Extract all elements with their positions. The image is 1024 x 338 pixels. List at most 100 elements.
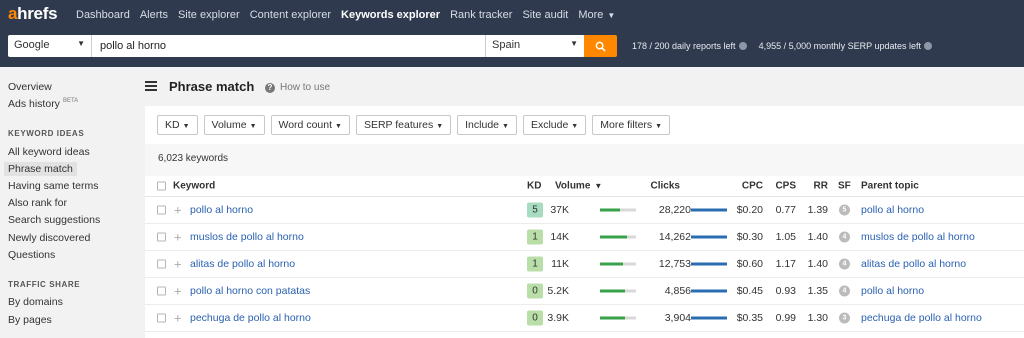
sidebar-item-overview[interactable]: Overview [8,81,52,93]
how-to-use-label: How to use [280,82,331,93]
column-clicks[interactable]: Clicks [651,181,680,192]
nav-keywords-explorer[interactable]: Keywords explorer [341,9,440,21]
column-parent-topic[interactable]: Parent topic [861,181,919,192]
hamburger-menu-icon[interactable] [145,81,157,91]
top-navigation-bar: ahrefs Dashboard Alerts Site explorer Conte… [0,0,1024,67]
cps-value: 1.17 [775,258,796,270]
table-row: + pechuga de pollo al horno 0 3.9K 3,904 $0.3… [145,305,1024,332]
sidebar-item-search-suggestions[interactable]: Search suggestions [8,214,100,226]
sidebar-item-also-rank-for[interactable]: Also rank for [8,197,67,209]
column-cps[interactable]: CPS [775,181,796,192]
filter-include[interactable]: Include ▼ [457,115,517,135]
serp-features-icon[interactable]: 4 [839,285,850,297]
keyword-link[interactable]: pechuga de pollo al horno [190,312,311,324]
keyword-count: 6,023 keywords [145,144,1024,176]
nav-rank-tracker[interactable]: Rank tracker [450,9,512,21]
sidebar-item-by-domains[interactable]: By domains [8,296,63,308]
sidebar-item-having-same-terms[interactable]: Having same terms [8,180,98,192]
column-rr[interactable]: RR [814,181,828,192]
filter-more-filters[interactable]: More filters ▼ [592,115,671,135]
filter-volume[interactable]: Volume ▼ [203,115,265,135]
parent-topic-link[interactable]: muslos de pollo al horno [861,231,975,243]
nav-site-audit[interactable]: Site audit [522,9,568,21]
rr-value: 1.35 [807,285,828,297]
clicks-value: 28,220 [658,204,691,216]
volume-bar-fill [600,316,626,320]
nav-alerts[interactable]: Alerts [140,9,168,21]
serp-features-icon[interactable]: 4 [839,231,850,243]
keyword-ideas-heading: KEYWORD IDEAS [8,129,85,138]
parent-topic-link[interactable]: alitas de pollo al horno [861,258,966,270]
add-to-list-icon[interactable]: + [174,203,182,218]
select-all-checkbox[interactable] [157,181,166,191]
column-volume[interactable]: Volume ▼ [555,181,602,192]
info-icon[interactable] [738,42,747,50]
volume-value: 37K [550,204,569,216]
monthly-serp-updates-left: 4,955 / 5,000 monthly SERP updates left [759,41,933,51]
how-to-use-link[interactable]: ? How to use [265,82,330,93]
add-to-list-icon[interactable]: + [174,284,182,299]
keyword-search-input[interactable] [92,35,486,57]
serp-features-icon[interactable]: 4 [839,258,850,270]
search-button[interactable] [584,35,617,57]
ahrefs-logo[interactable]: ahrefs [8,4,58,26]
sidebar-item-newly-discovered[interactable]: Newly discovered [8,232,90,244]
serp-features-icon[interactable]: 3 [839,312,850,324]
column-cpc[interactable]: CPC [742,181,763,192]
chevron-down-icon: ▼ [182,123,190,130]
filter-kd[interactable]: KD ▼ [157,115,198,135]
page-header: Phrase match ? How to use [145,67,1024,106]
nav-dashboard[interactable]: Dashboard [76,9,130,21]
serp-features-icon[interactable]: 5 [839,204,850,216]
row-checkbox[interactable] [157,286,166,296]
table-row: + alitas de pollo al horno 1 11K 12,753 $0.60… [145,251,1024,278]
parent-topic-link[interactable]: pechuga de pollo al horno [861,312,982,324]
sidebar-item-ads-history[interactable]: Ads history BETA [8,98,78,110]
clicks-bar [691,289,727,293]
nav-site-explorer[interactable]: Site explorer [178,9,240,21]
sort-down-icon: ▼ [594,181,603,191]
nav-more[interactable]: More ▼ [578,9,615,21]
clicks-bar-fill [691,316,727,320]
filter-serp-features[interactable]: SERP features ▼ [355,115,452,135]
row-checkbox[interactable] [157,259,166,269]
chevron-down-icon: ▼ [571,123,579,130]
filter-exclude[interactable]: Exclude ▼ [522,115,587,135]
sidebar-item-all-keyword-ideas[interactable]: All keyword ideas [8,146,90,158]
sidebar-item-phrase-match[interactable]: Phrase match [4,162,77,176]
volume-bar [600,208,636,212]
country-value: Spain [492,39,521,51]
info-icon[interactable] [924,42,933,50]
add-to-list-icon[interactable]: + [174,311,182,326]
parent-topic-link[interactable]: pollo al horno [861,285,924,297]
row-checkbox[interactable] [157,313,166,323]
keyword-link[interactable]: alitas de pollo al horno [190,258,295,270]
search-engine-select[interactable]: Google ▼ [8,35,92,57]
sidebar-item-questions[interactable]: Questions [8,249,55,261]
column-sf[interactable]: SF [838,181,851,192]
keyword-link[interactable]: pollo al horno con patatas [190,285,310,297]
sidebar-item-by-pages[interactable]: By pages [8,314,52,326]
country-select[interactable]: Spain ▼ [486,35,584,57]
keyword-link[interactable]: pollo al horno [190,204,253,216]
table-row: + muslos de pollo al horno 1 14K 14,262 $0.30… [145,224,1024,251]
row-checkbox[interactable] [157,205,166,215]
table-header: Keyword KD Volume ▼ Clicks CPC CPS RR SF … [145,176,1024,197]
row-checkbox[interactable] [157,232,166,242]
nav-content-explorer[interactable]: Content explorer [250,9,331,21]
column-keyword[interactable]: Keyword [173,181,215,192]
cpc-value: $0.60 [736,258,763,270]
chevron-down-icon: ▼ [249,123,257,130]
search-icon [595,41,606,52]
column-kd[interactable]: KD [527,181,541,192]
filter-word-count[interactable]: Word count ▼ [270,115,350,135]
chevron-down-icon: ▼ [570,39,578,48]
search-row: Google ▼ Spain ▼ [8,35,617,57]
keyword-link[interactable]: muslos de pollo al horno [190,231,304,243]
add-to-list-icon[interactable]: + [174,257,182,272]
question-icon: ? [265,82,275,93]
parent-topic-link[interactable]: pollo al horno [861,204,924,216]
cps-value: 1.05 [775,231,796,243]
add-to-list-icon[interactable]: + [174,230,182,245]
traffic-share-heading: TRAFFIC SHARE [8,280,81,289]
